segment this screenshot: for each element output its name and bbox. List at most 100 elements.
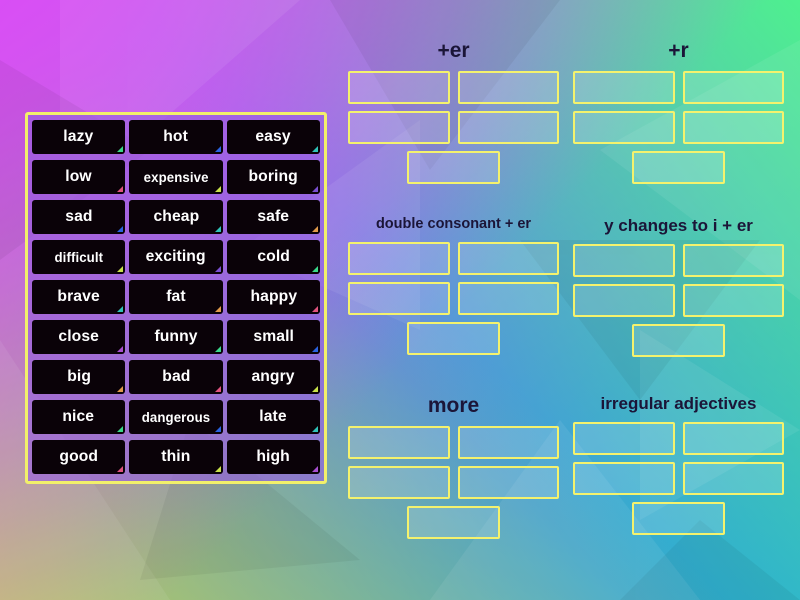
word-card[interactable]: small [226,320,320,354]
drag-handle-icon[interactable] [312,346,318,352]
category-group: +er [348,39,559,205]
drag-handle-icon[interactable] [117,266,124,272]
word-card[interactable]: big [32,360,126,394]
drop-slot[interactable] [348,71,450,105]
word-card[interactable]: difficult [32,240,126,274]
drop-slot[interactable] [573,461,675,495]
word-card[interactable]: cold [226,240,320,274]
drop-slot[interactable] [682,421,784,455]
drag-handle-icon[interactable] [214,306,221,312]
drag-handle-icon[interactable] [117,426,124,432]
drag-handle-icon[interactable] [214,226,221,232]
drag-handle-icon[interactable] [117,306,124,312]
drop-slot[interactable] [348,111,450,145]
word-card[interactable]: cheap [129,200,223,234]
drag-handle-icon[interactable] [312,146,318,152]
category-group: irregular adjectives [573,394,784,560]
drag-handle-icon[interactable] [117,346,124,352]
word-card[interactable]: low [32,160,126,194]
drop-slot[interactable] [457,71,559,105]
drag-handle-icon[interactable] [312,306,318,312]
drag-handle-icon[interactable] [117,466,124,472]
word-card-label: fat [166,288,186,305]
drag-handle-icon[interactable] [117,186,124,192]
word-card[interactable]: happy [226,280,320,314]
word-card-label: sad [64,208,93,225]
drop-slot[interactable] [457,241,559,275]
word-card[interactable]: fat [129,280,223,314]
drop-slot[interactable] [348,425,450,459]
word-card[interactable]: bad [129,360,223,394]
drag-handle-icon[interactable] [312,226,318,232]
drop-slot[interactable] [573,284,675,318]
word-card-label: boring [248,168,299,185]
word-card[interactable]: expensive [129,160,223,194]
drop-slot[interactable] [682,461,784,495]
word-card[interactable]: late [226,400,320,434]
drag-handle-icon[interactable] [214,266,221,272]
word-card[interactable]: good [32,440,126,474]
drop-slot[interactable] [682,111,784,145]
drag-handle-icon[interactable] [214,146,221,152]
drag-handle-icon[interactable] [117,146,124,152]
drop-slot[interactable] [632,151,725,185]
drag-handle-icon[interactable] [117,226,124,232]
drop-slot[interactable] [457,281,559,315]
drop-slot[interactable] [348,465,450,499]
word-card[interactable]: nice [32,400,126,434]
drop-slot[interactable] [407,321,500,355]
word-card[interactable]: easy [226,120,320,154]
word-card[interactable]: boring [226,160,320,194]
drop-slot[interactable] [407,505,500,539]
category-group: double consonant + er [348,217,559,382]
drag-handle-icon[interactable] [312,386,318,392]
drop-slot[interactable] [457,425,559,459]
drop-slot-list [573,421,784,535]
drag-handle-icon[interactable] [117,386,124,392]
word-card-label: cold [257,248,290,265]
word-card[interactable]: thin [129,440,223,474]
word-card[interactable]: close [32,320,126,354]
drop-slot[interactable] [457,111,559,145]
drag-handle-icon[interactable] [214,186,221,192]
word-card[interactable]: safe [226,200,320,234]
word-card-label: small [253,328,294,345]
drop-slot[interactable] [457,465,559,499]
drop-slot[interactable] [348,281,450,315]
drop-slot[interactable] [573,71,675,105]
drop-slot[interactable] [573,111,675,145]
drop-slot[interactable] [632,324,725,358]
word-card[interactable]: angry [226,360,320,394]
drag-handle-icon[interactable] [312,426,318,432]
drag-handle-icon[interactable] [312,186,318,192]
category-title: more [427,393,480,417]
drag-handle-icon[interactable] [312,266,318,272]
word-card-label: angry [251,368,295,385]
drop-slot[interactable] [632,501,725,535]
drop-slot[interactable] [682,284,784,318]
drop-slot[interactable] [348,241,450,275]
drop-slot[interactable] [573,244,675,278]
word-card[interactable]: sad [32,200,126,234]
word-card-label: easy [255,128,291,145]
word-card-label: high [256,448,291,465]
word-card[interactable]: lazy [32,120,126,154]
word-card[interactable]: funny [129,320,223,354]
word-card[interactable]: high [226,440,320,474]
word-card[interactable]: brave [32,280,126,314]
word-card[interactable]: hot [129,120,223,154]
drop-slot[interactable] [407,151,500,185]
word-card-label: good [59,448,99,465]
drag-handle-icon[interactable] [214,426,221,432]
drag-handle-icon[interactable] [312,466,318,472]
drag-handle-icon[interactable] [214,386,221,392]
drop-slot[interactable] [682,244,784,278]
word-card[interactable]: exciting [129,240,223,274]
drop-slot[interactable] [573,421,675,455]
category-groups: +er +r double consonant + er y changes to i… [348,39,784,560]
word-bank-panel: lazy hot easy low expensive boring sad cheap saf… [25,112,327,484]
drag-handle-icon[interactable] [214,466,221,472]
word-card[interactable]: dangerous [129,400,223,434]
drop-slot[interactable] [682,71,784,105]
drag-handle-icon[interactable] [214,346,221,352]
